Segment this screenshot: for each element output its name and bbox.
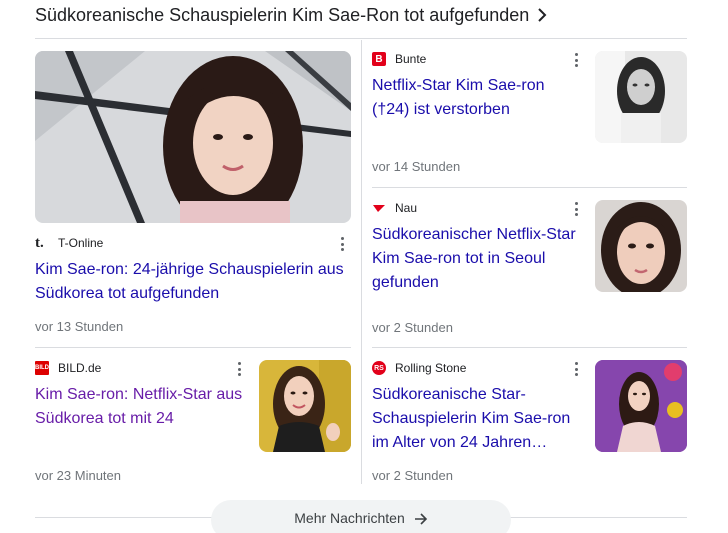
t-online-logo-icon: t. bbox=[35, 235, 49, 251]
news-headline[interactable]: Kim Sae-ron: 24-jährige Schauspielerin a… bbox=[35, 258, 351, 306]
news-source[interactable]: t. T-Online bbox=[35, 235, 103, 251]
chevron-right-icon bbox=[538, 8, 547, 22]
more-vert-icon[interactable] bbox=[340, 237, 344, 251]
news-source[interactable]: Nau bbox=[372, 200, 417, 216]
news-source-name: Bunte bbox=[395, 52, 427, 66]
news-card-bild[interactable]: BILD BILD.de Kim Sae-ron: Netflix-Star a… bbox=[35, 360, 351, 490]
news-headline[interactable]: Südkoreanischer Netflix-Star Kim Sae-ron… bbox=[372, 223, 582, 295]
news-source[interactable]: BILD BILD.de bbox=[35, 360, 101, 376]
more-vert-icon[interactable] bbox=[574, 53, 578, 67]
news-card-rolling-stone[interactable]: RS Rolling Stone Südkoreanische Star-Sch… bbox=[372, 360, 687, 490]
news-timestamp: vor 2 Stunden bbox=[372, 320, 453, 335]
news-thumbnail bbox=[595, 200, 687, 292]
news-source[interactable]: RS Rolling Stone bbox=[372, 360, 466, 376]
more-vert-icon[interactable] bbox=[237, 362, 241, 376]
more-vert-icon[interactable] bbox=[574, 202, 578, 216]
divider bbox=[372, 187, 687, 188]
bunte-logo-icon: B bbox=[372, 52, 386, 66]
news-card-t-online[interactable]: t. T-Online Kim Sae-ron: 24-jährige Scha… bbox=[35, 51, 351, 341]
news-thumbnail bbox=[259, 360, 351, 452]
news-headline[interactable]: Südkoreanische Star-Schauspielerin Kim S… bbox=[372, 383, 584, 455]
story-header[interactable]: Südkoreanische Schauspielerin Kim Sae-Ro… bbox=[35, 4, 547, 26]
news-source-name: Nau bbox=[395, 201, 418, 215]
divider bbox=[372, 347, 687, 348]
news-timestamp: vor 23 Minuten bbox=[35, 468, 121, 483]
news-timestamp: vor 13 Stunden bbox=[35, 319, 124, 334]
news-thumbnail bbox=[595, 51, 687, 143]
column-divider bbox=[361, 40, 362, 484]
nau-logo-icon bbox=[372, 201, 386, 215]
news-source[interactable]: B Bunte bbox=[372, 51, 426, 67]
divider bbox=[35, 347, 351, 348]
more-news-button[interactable]: Mehr Nachrichten bbox=[211, 500, 511, 533]
news-thumbnail bbox=[595, 360, 687, 452]
more-news-label: Mehr Nachrichten bbox=[294, 510, 405, 526]
more-vert-icon[interactable] bbox=[574, 362, 578, 376]
bild-logo-icon: BILD bbox=[35, 361, 49, 375]
news-timestamp: vor 14 Stunden bbox=[372, 159, 461, 174]
news-timestamp: vor 2 Stunden bbox=[372, 468, 453, 483]
divider bbox=[35, 38, 687, 39]
news-source-name: BILD.de bbox=[58, 361, 102, 375]
news-headline[interactable]: Kim Sae-ron: Netflix-Star aus Südkorea t… bbox=[35, 383, 250, 431]
news-headline[interactable]: Netflix-Star Kim Sae-ron (†24) ist verst… bbox=[372, 74, 572, 122]
story-title: Südkoreanische Schauspielerin Kim Sae-Ro… bbox=[35, 4, 530, 25]
arrow-right-icon bbox=[414, 513, 427, 525]
news-card-bunte[interactable]: B Bunte Netflix-Star Kim Sae-ron (†24) i… bbox=[372, 51, 687, 181]
rolling-stone-logo-icon: RS bbox=[372, 361, 386, 375]
news-thumbnail bbox=[35, 51, 351, 223]
news-card-nau[interactable]: Nau Südkoreanischer Netflix-Star Kim Sae… bbox=[372, 200, 687, 335]
news-source-name: T-Online bbox=[58, 236, 104, 250]
news-source-name: Rolling Stone bbox=[395, 361, 467, 375]
